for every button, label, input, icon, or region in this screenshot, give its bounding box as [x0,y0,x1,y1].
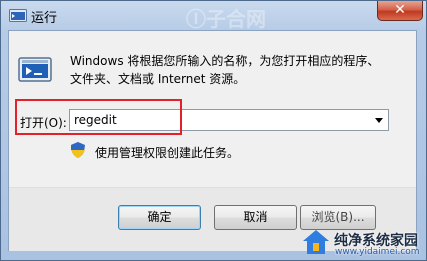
description-line-2: 文件夹、文档或 Internet 资源。 [70,72,246,86]
highlight-box [15,99,182,135]
admin-note: 使用管理权限创建此任务。 [95,146,240,160]
run-icon [9,8,27,23]
title-bar[interactable]: 运行 Ⓘ子合网 ✕ [1,1,426,31]
uac-shield-icon [71,142,85,158]
ok-button[interactable]: 确定 [118,205,201,230]
run-program-icon [18,55,52,85]
close-icon: ✕ [394,2,406,18]
cancel-button[interactable]: 取消 [214,205,297,230]
description-text: Windows 将根据您所输入的名称，为您打开相应的程序、 文件夹、文档或 In… [70,52,400,88]
window-title: 运行 [31,11,58,26]
watermark-url: www.yidaimei.com [335,247,420,257]
description-line-1: Windows 将根据您所输入的名称，为您打开相应的程序、 [70,54,380,68]
close-button[interactable]: ✕ [377,1,423,21]
house-logo-icon [302,228,330,256]
chevron-down-icon[interactable] [372,113,386,127]
site-watermark: 纯净系统家园 www.yidaimei.com [302,226,424,258]
header-watermark: Ⓘ子合网 [186,7,266,31]
